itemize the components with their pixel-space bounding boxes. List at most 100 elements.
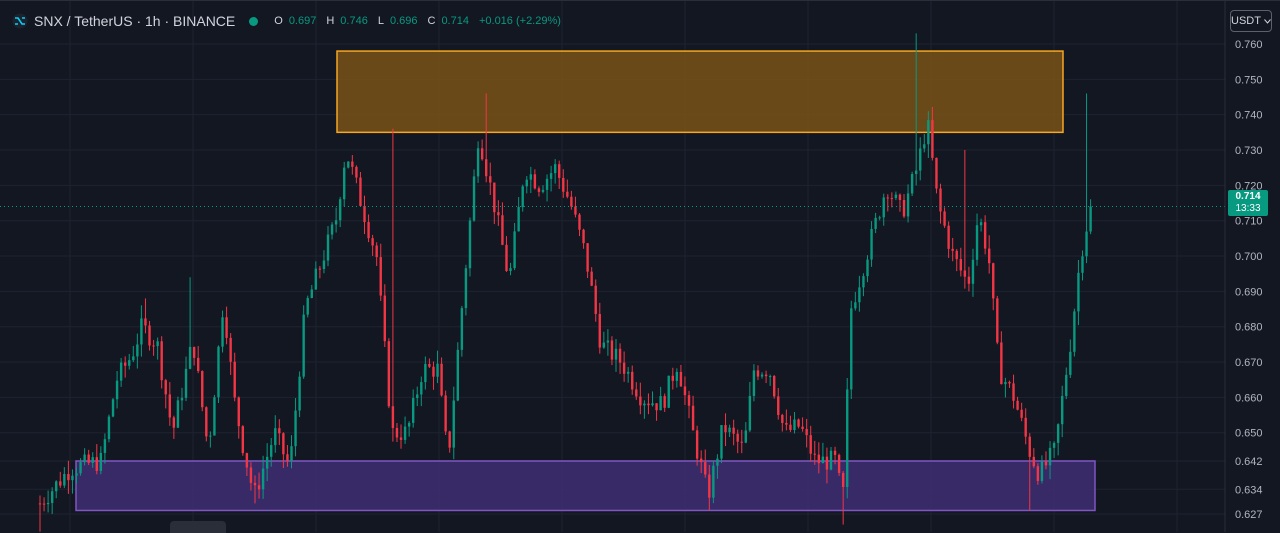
price-tick-label: 0.700 [1235,251,1263,263]
candle-body [817,454,821,464]
candle-body [460,308,464,350]
candle-body [497,212,500,216]
chart-canvas[interactable]: 0.7600.7500.7400.7300.7200.7100.7000.690… [0,0,1280,532]
candle-body [119,362,123,381]
candle-body [639,396,642,406]
candle-body [801,426,804,429]
candle-body [1000,342,1003,385]
candle-body [363,205,366,223]
candle-body [1016,400,1019,410]
price-tick-label: 0.642 [1235,456,1263,468]
candle-body [854,302,857,309]
candle-body [278,428,281,434]
candle-body [833,450,837,455]
last-price-tag: 0.714 13:33 [1228,190,1268,216]
candle-body [46,502,50,505]
candle-body [152,345,155,347]
candle-body [282,433,285,455]
candle-body [683,386,687,396]
candle-body [501,215,504,245]
candle-body [387,341,391,407]
chevron-down-icon [1264,18,1271,24]
candle-body [225,317,228,338]
candle-body [825,456,829,470]
candle-body [549,173,553,179]
candle-body [894,194,898,199]
candle-body [1073,311,1076,352]
candle-body [943,211,946,226]
candle-body [485,159,488,177]
candle-body [781,414,784,424]
candle-body [614,348,618,360]
candle-body [870,228,873,260]
candle-body [407,422,411,427]
price-axis[interactable]: 0.7600.7500.7400.7300.7200.7100.7000.690… [1224,0,1263,532]
candle-body [659,396,662,411]
candle-body [1024,417,1027,437]
candle-body [213,397,216,436]
candle-body [420,382,423,395]
currency-label: USDT [1231,15,1261,27]
candle-body [553,164,557,174]
open-value: 0.697 [288,15,317,27]
candle-body [1036,466,1040,481]
candle-body [274,428,277,446]
currency-selector[interactable]: USDT [1230,10,1272,32]
candle-body [898,194,902,201]
price-tick-label: 0.710 [1235,216,1263,228]
symbol-title[interactable]: SNX / TetherUS · 1h · BINANCE [34,13,235,29]
candle-body [432,366,435,377]
candle-body [217,346,220,398]
candle-body [598,313,601,348]
candle-body [813,453,816,455]
candle-body [1069,351,1072,375]
candle-body [314,268,318,290]
candle-body [566,191,569,197]
candle-body [42,503,46,505]
candle-body [626,371,630,374]
candle-body [351,161,354,167]
candle-body [667,375,670,408]
candle-body [1028,436,1031,457]
candle-body [294,410,297,447]
candle-body [1052,442,1056,448]
candle-body [464,268,468,309]
candle-body [931,120,934,158]
candle-body [716,458,719,466]
support-zone[interactable] [75,460,1096,512]
candle-body [1081,256,1084,273]
candle-body [919,148,922,171]
candle-body [947,225,950,249]
candle-body [359,177,362,206]
candle-body [148,325,151,346]
candle-body [196,357,200,372]
candle-body [635,389,638,397]
candle-body [71,475,74,481]
time-axis-scroll-handle[interactable] [170,521,226,533]
candle-body [708,474,711,498]
candle-body [959,259,962,271]
candle-body [1004,381,1007,385]
close-label: C [427,15,436,27]
candle-body [777,396,780,415]
candle-body [1056,424,1060,443]
candle-body [411,398,415,423]
candle-body [971,259,975,284]
candle-body [111,399,115,417]
candle-body [732,427,735,434]
candle-body [1085,231,1088,257]
candle-body [79,462,82,474]
candle-body [752,370,756,396]
candle-body [850,308,853,390]
candle-body [1012,383,1015,401]
candle-body [347,161,350,168]
candle-body [452,400,455,448]
candle-body [395,427,399,438]
candle-body [768,376,772,378]
candle-body [322,260,326,269]
candle-body [797,419,800,427]
resistance-zone[interactable] [336,50,1064,134]
candle-body [773,376,776,397]
candle-body [529,174,533,180]
candle-body [574,206,577,215]
